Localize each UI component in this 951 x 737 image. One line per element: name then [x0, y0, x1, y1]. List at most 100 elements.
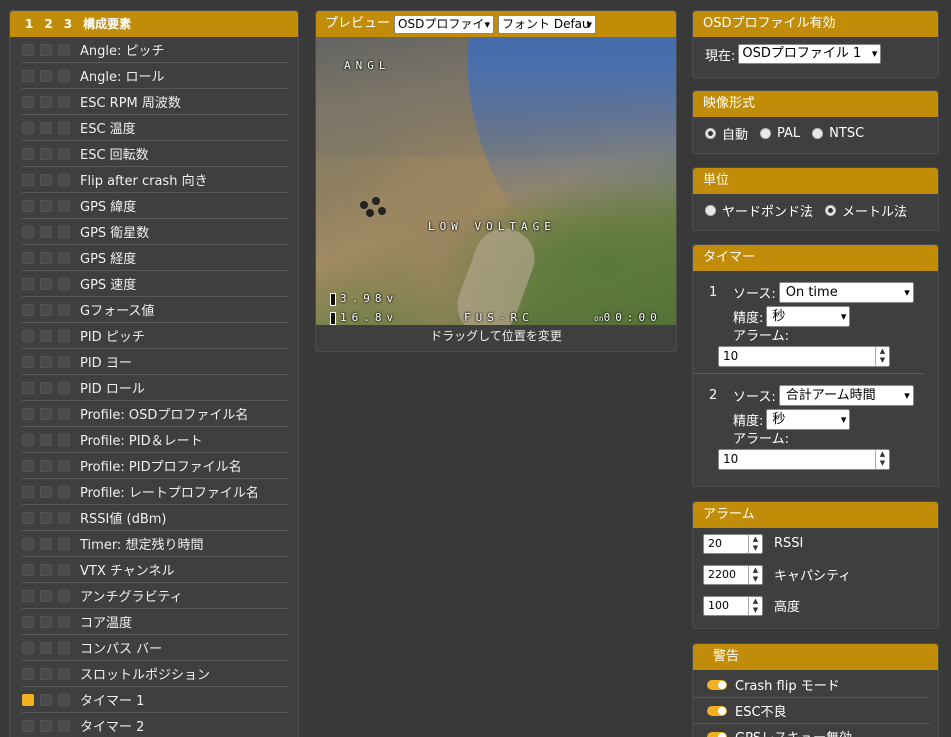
element-profile1-checkbox[interactable] — [22, 147, 34, 160]
element-profile2-checkbox[interactable] — [40, 433, 52, 446]
warning-toggle[interactable] — [707, 679, 727, 690]
element-profile3-checkbox[interactable] — [58, 199, 70, 212]
element-profile3-checkbox[interactable] — [58, 355, 70, 368]
element-profile1-checkbox[interactable] — [22, 459, 34, 472]
element-profile1-checkbox[interactable] — [22, 615, 34, 628]
osd-timer[interactable]: on00:00 — [594, 311, 662, 324]
element-profile2-checkbox[interactable] — [40, 199, 52, 212]
element-profile2-checkbox[interactable] — [40, 407, 52, 420]
element-profile1-checkbox[interactable] — [22, 225, 34, 238]
osd-profile-select[interactable]: OSDプロファイ — [394, 14, 495, 34]
spinner-arrows-icon[interactable]: ▲ ▼ — [748, 534, 762, 553]
element-row[interactable]: PID ヨー — [22, 349, 288, 375]
current-profile-select[interactable]: OSDプロファイル 1 — [738, 44, 882, 64]
element-profile2-checkbox[interactable] — [40, 147, 52, 160]
element-profile2-checkbox[interactable] — [40, 277, 52, 290]
profile-col-3[interactable]: 3 — [64, 11, 72, 37]
element-profile3-checkbox[interactable] — [58, 641, 70, 654]
units-imperial-radio[interactable] — [705, 205, 716, 216]
spinner-arrows-icon[interactable]: ▲ ▼ — [748, 565, 762, 584]
element-row[interactable]: タイマー 1 — [22, 687, 288, 713]
element-profile2-checkbox[interactable] — [40, 303, 52, 316]
element-profile3-checkbox[interactable] — [58, 589, 70, 602]
element-profile2-checkbox[interactable] — [40, 589, 52, 602]
element-profile3-checkbox[interactable] — [58, 537, 70, 550]
osd-preview-canvas[interactable]: ANGL LOW VOLTAGE 3.98v 16.8v FUS-RC on00… — [316, 37, 676, 325]
element-profile2-checkbox[interactable] — [40, 69, 52, 82]
profile-col-2[interactable]: 2 — [44, 11, 52, 37]
element-profile3-checkbox[interactable] — [58, 485, 70, 498]
element-row[interactable]: GPS 衛星数 — [22, 219, 288, 245]
timer-source-select[interactable]: 合計アーム時間 — [778, 384, 914, 406]
element-profile2-checkbox[interactable] — [40, 95, 52, 108]
element-profile3-checkbox[interactable] — [58, 329, 70, 342]
timer-alarm-input[interactable]: 10 ▲ ▼ — [718, 346, 890, 367]
element-profile3-checkbox[interactable] — [58, 719, 70, 732]
element-row[interactable]: Timer: 想定残り時間 — [22, 531, 288, 557]
element-profile1-checkbox[interactable] — [22, 43, 34, 56]
element-profile1-checkbox[interactable] — [22, 381, 34, 394]
timer-alarm-input[interactable]: 10 ▲ ▼ — [718, 449, 890, 470]
element-profile2-checkbox[interactable] — [40, 329, 52, 342]
element-profile2-checkbox[interactable] — [40, 693, 52, 706]
element-profile3-checkbox[interactable] — [58, 173, 70, 186]
element-profile1-checkbox[interactable] — [22, 251, 34, 264]
element-profile1-checkbox[interactable] — [22, 589, 34, 602]
element-row[interactable]: Profile: OSDプロファイル名 — [22, 401, 288, 427]
element-profile1-checkbox[interactable] — [22, 329, 34, 342]
element-row[interactable]: PID ピッチ — [22, 323, 288, 349]
element-profile3-checkbox[interactable] — [58, 147, 70, 160]
element-row[interactable]: アンチグラビティ — [22, 583, 288, 609]
warning-toggle[interactable] — [707, 731, 727, 737]
osd-warning-text[interactable]: LOW VOLTAGE — [428, 220, 556, 233]
element-profile2-checkbox[interactable] — [40, 485, 52, 498]
video-ntsc-radio[interactable] — [812, 128, 824, 139]
element-row[interactable]: GPS 速度 — [22, 271, 288, 297]
osd-angl[interactable]: ANGL — [344, 59, 391, 72]
element-profile1-checkbox[interactable] — [22, 563, 34, 576]
element-row[interactable]: GPS 緯度 — [22, 193, 288, 219]
element-row[interactable]: スロットルポジション — [22, 661, 288, 687]
element-profile1-checkbox[interactable] — [22, 303, 34, 316]
element-profile3-checkbox[interactable] — [58, 381, 70, 394]
element-row[interactable]: Profile: レートプロファイル名 — [22, 479, 288, 505]
element-profile2-checkbox[interactable] — [40, 719, 52, 732]
element-profile2-checkbox[interactable] — [40, 615, 52, 628]
element-profile1-checkbox[interactable] — [22, 641, 34, 654]
element-profile3-checkbox[interactable] — [58, 667, 70, 680]
element-profile3-checkbox[interactable] — [58, 69, 70, 82]
element-profile2-checkbox[interactable] — [40, 563, 52, 576]
element-profile2-checkbox[interactable] — [40, 381, 52, 394]
font-select[interactable]: フォント Defau — [498, 14, 597, 34]
element-profile1-checkbox[interactable] — [22, 69, 34, 82]
element-profile2-checkbox[interactable] — [40, 251, 52, 264]
element-profile2-checkbox[interactable] — [40, 537, 52, 550]
element-row[interactable]: タイマー 2 — [22, 713, 288, 737]
element-profile2-checkbox[interactable] — [40, 511, 52, 524]
timer-precision-select[interactable]: 秒 — [766, 305, 851, 327]
element-profile1-checkbox[interactable] — [22, 693, 34, 706]
element-profile1-checkbox[interactable] — [22, 433, 34, 446]
element-profile3-checkbox[interactable] — [58, 121, 70, 134]
element-row[interactable]: ESC 回転数 — [22, 141, 288, 167]
element-row[interactable]: VTX チャンネル — [22, 557, 288, 583]
element-profile3-checkbox[interactable] — [58, 511, 70, 524]
element-profile3-checkbox[interactable] — [58, 277, 70, 290]
osd-cell-voltage[interactable]: 3.98v — [330, 292, 398, 306]
element-profile3-checkbox[interactable] — [58, 459, 70, 472]
element-profile1-checkbox[interactable] — [22, 485, 34, 498]
element-profile2-checkbox[interactable] — [40, 43, 52, 56]
element-profile1-checkbox[interactable] — [22, 537, 34, 550]
element-row[interactable]: ESC 温度 — [22, 115, 288, 141]
element-row[interactable]: Angle: ピッチ — [22, 37, 288, 63]
element-profile1-checkbox[interactable] — [22, 511, 34, 524]
spinner-arrows-icon[interactable]: ▲ ▼ — [875, 347, 889, 366]
element-profile3-checkbox[interactable] — [58, 225, 70, 238]
element-profile1-checkbox[interactable] — [22, 121, 34, 134]
element-profile1-checkbox[interactable] — [22, 667, 34, 680]
element-row[interactable]: Angle: ロール — [22, 63, 288, 89]
element-row[interactable]: コア温度 — [22, 609, 288, 635]
element-profile1-checkbox[interactable] — [22, 173, 34, 186]
osd-pack-voltage[interactable]: 16.8v — [330, 311, 398, 325]
element-row[interactable]: Profile: PID＆レート — [22, 427, 288, 453]
